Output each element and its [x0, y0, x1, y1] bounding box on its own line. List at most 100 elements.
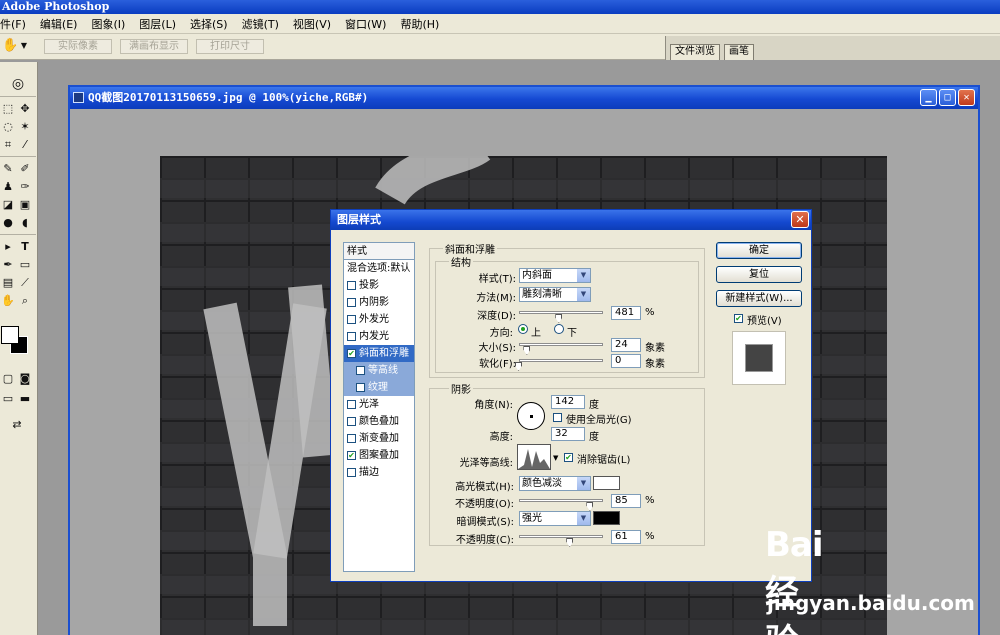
- minimize-button[interactable]: ▁: [920, 89, 937, 106]
- hand-tool-button-icon[interactable]: ✋: [1, 294, 15, 308]
- shadow-color-swatch[interactable]: [593, 511, 620, 525]
- shape-tool-icon[interactable]: ▭: [18, 258, 32, 272]
- menu-layer[interactable]: 图层(L): [132, 16, 183, 32]
- global-light-checkbox[interactable]: [553, 413, 562, 422]
- style-inner-shadow[interactable]: 内阴影: [344, 294, 414, 311]
- marquee-tool-icon[interactable]: ⬚: [1, 102, 15, 116]
- type-tool-icon[interactable]: T: [18, 240, 32, 254]
- style-pattern-overlay[interactable]: ✔ 图案叠加: [344, 447, 414, 464]
- contour-checkbox[interactable]: [356, 366, 365, 375]
- gloss-contour-picker[interactable]: [517, 444, 551, 470]
- fullscreen-mode-icon[interactable]: ▬: [18, 392, 32, 406]
- blur-tool-icon[interactable]: ●: [1, 216, 15, 230]
- history-brush-icon[interactable]: ✑: [18, 180, 32, 194]
- soften-slider[interactable]: [519, 359, 603, 362]
- style-inner-glow[interactable]: 内发光: [344, 328, 414, 345]
- menu-window[interactable]: 窗口(W): [338, 16, 393, 32]
- styles-header[interactable]: 样式: [344, 243, 414, 260]
- contour-dropdown-icon[interactable]: ▼: [553, 454, 558, 462]
- quick-mask-on-icon[interactable]: ◙: [18, 372, 32, 386]
- depth-input[interactable]: 481: [611, 306, 641, 320]
- angle-dial[interactable]: [517, 402, 545, 430]
- angle-input[interactable]: 142: [551, 395, 585, 409]
- size-input[interactable]: 24: [611, 338, 641, 352]
- menu-select[interactable]: 选择(S): [183, 16, 235, 32]
- stroke-checkbox[interactable]: [347, 468, 356, 477]
- inner-shadow-checkbox[interactable]: [347, 298, 356, 307]
- blend-options-item[interactable]: 混合选项:默认: [344, 260, 414, 277]
- notes-tool-icon[interactable]: ▤: [1, 276, 15, 290]
- style-satin[interactable]: 光泽: [344, 396, 414, 413]
- style-gradient-overlay[interactable]: 渐变叠加: [344, 430, 414, 447]
- style-color-overlay[interactable]: 颜色叠加: [344, 413, 414, 430]
- altitude-input[interactable]: 32: [551, 427, 585, 441]
- texture-checkbox[interactable]: [356, 383, 365, 392]
- direction-down-radio[interactable]: [554, 324, 564, 334]
- menu-image[interactable]: 图象(I): [84, 16, 132, 32]
- style-outer-glow[interactable]: 外发光: [344, 311, 414, 328]
- preview-checkbox[interactable]: ✔: [734, 314, 743, 323]
- menu-edit[interactable]: 编辑(E): [33, 16, 85, 32]
- screen-mode-icon[interactable]: ▭: [1, 392, 15, 406]
- gradient-overlay-checkbox[interactable]: [347, 434, 356, 443]
- slice-tool-icon[interactable]: ⁄: [18, 138, 32, 152]
- reset-button[interactable]: 复位: [716, 266, 802, 283]
- highlight-mode-select[interactable]: 颜色减淡 ▼: [519, 476, 591, 491]
- jump-to-imageready-icon[interactable]: ⇄: [1, 418, 33, 432]
- eyedropper-tool-icon[interactable]: ⟋: [18, 276, 32, 290]
- highlight-opacity-slider[interactable]: [519, 499, 603, 502]
- shadow-mode-select[interactable]: 强光 ▼: [519, 511, 591, 526]
- style-drop-shadow[interactable]: 投影: [344, 277, 414, 294]
- move-tool-icon[interactable]: ✥: [18, 102, 32, 116]
- tab-file-browser[interactable]: 文件浏览: [670, 44, 720, 60]
- maximize-button[interactable]: □: [939, 89, 956, 106]
- highlight-opacity-input[interactable]: 85: [611, 494, 641, 508]
- soften-input[interactable]: 0: [611, 354, 641, 368]
- menu-file[interactable]: 件(F): [0, 16, 33, 32]
- style-bevel-emboss[interactable]: ✔ 斜面和浮雕: [344, 345, 414, 362]
- color-overlay-checkbox[interactable]: [347, 417, 356, 426]
- dialog-title-bar[interactable]: 图层样式 ✕: [331, 210, 811, 230]
- drop-shadow-checkbox[interactable]: [347, 281, 356, 290]
- direction-up-radio[interactable]: [518, 324, 528, 334]
- lasso-tool-icon[interactable]: ◌: [1, 120, 15, 134]
- healing-brush-icon[interactable]: ✎: [1, 162, 15, 176]
- menu-help[interactable]: 帮助(H): [393, 16, 446, 32]
- document-title-bar[interactable]: QQ截图20170113150659.jpg @ 100%(yiche,RGB#…: [70, 87, 978, 109]
- brush-tool-icon[interactable]: ✐: [18, 162, 32, 176]
- stamp-tool-icon[interactable]: ♟: [1, 180, 15, 194]
- eraser-tool-icon[interactable]: ◪: [1, 198, 15, 212]
- shadow-opacity-input[interactable]: 61: [611, 530, 641, 544]
- fit-screen-button[interactable]: 满画布显示: [120, 39, 188, 54]
- path-select-icon[interactable]: ▸: [1, 240, 15, 254]
- style-stroke[interactable]: 描边: [344, 464, 414, 481]
- magic-wand-icon[interactable]: ✶: [18, 120, 32, 134]
- menu-view[interactable]: 视图(V): [286, 16, 338, 32]
- highlight-color-swatch[interactable]: [593, 476, 620, 490]
- dodge-tool-icon[interactable]: ◖: [18, 216, 32, 230]
- close-button[interactable]: ✕: [958, 89, 975, 106]
- pattern-overlay-checkbox[interactable]: ✔: [347, 451, 356, 460]
- bevel-emboss-checkbox[interactable]: ✔: [347, 349, 356, 358]
- ok-button[interactable]: 确定: [716, 242, 802, 259]
- style-contour[interactable]: 等高线: [344, 362, 414, 379]
- foreground-color-swatch[interactable]: [1, 326, 19, 344]
- pen-tool-icon[interactable]: ✒: [1, 258, 15, 272]
- print-size-button[interactable]: 打印尺寸: [196, 39, 264, 54]
- outer-glow-checkbox[interactable]: [347, 315, 356, 324]
- shadow-opacity-slider[interactable]: [519, 535, 603, 538]
- satin-checkbox[interactable]: [347, 400, 356, 409]
- gradient-tool-icon[interactable]: ▣: [18, 198, 32, 212]
- dialog-close-button[interactable]: ✕: [791, 211, 809, 228]
- depth-slider[interactable]: [519, 311, 603, 314]
- actual-pixels-button[interactable]: 实际像素: [44, 39, 112, 54]
- zoom-tool-icon[interactable]: ⌕: [18, 294, 32, 308]
- crop-tool-icon[interactable]: ⌗: [1, 138, 15, 152]
- tab-brushes[interactable]: 画笔: [724, 44, 754, 60]
- inner-glow-checkbox[interactable]: [347, 332, 356, 341]
- menu-filter[interactable]: 滤镜(T): [235, 16, 286, 32]
- size-slider[interactable]: [519, 343, 603, 346]
- dropdown-arrow-icon[interactable]: ▼: [17, 39, 31, 53]
- technique-select[interactable]: 雕刻清晰 ▼: [519, 287, 591, 302]
- bevel-style-select[interactable]: 内斜面 ▼: [519, 268, 591, 283]
